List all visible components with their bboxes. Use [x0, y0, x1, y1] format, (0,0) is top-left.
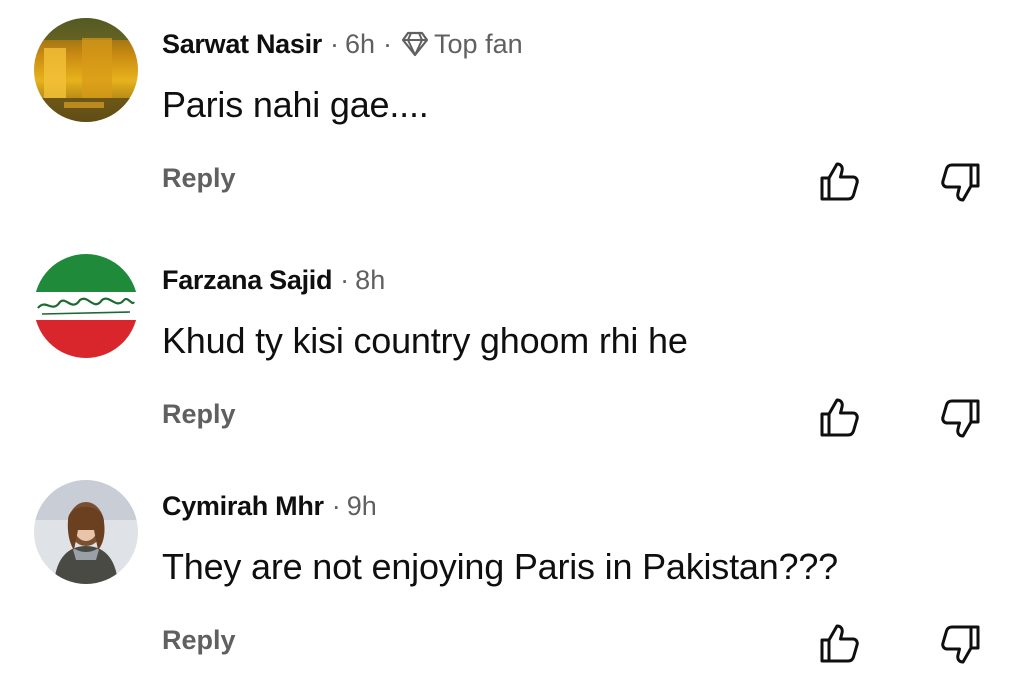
thumbs-up-icon: [820, 398, 859, 437]
thumbs-up-icon: [820, 624, 859, 663]
dislike-button[interactable]: [936, 158, 984, 206]
thumbs-down-icon: [941, 399, 980, 438]
comment-header: Farzana Sajid · 8h: [162, 260, 385, 300]
author-name[interactable]: Sarwat Nasir: [162, 29, 322, 60]
avatar-image: [34, 18, 138, 122]
avatar-image: [34, 254, 138, 358]
comment-item: Farzana Sajid · 8h Khud ty kisi country …: [0, 236, 1024, 461]
comment-header: Sarwat Nasir · 6h · Top fan: [162, 24, 523, 64]
separator-dot: ·: [329, 28, 339, 59]
avatar[interactable]: [34, 18, 138, 122]
comment-text: They are not enjoying Paris in Pakistan?…: [162, 546, 839, 587]
top-fan-badge: Top fan: [434, 28, 523, 59]
thumbs-down-icon: [941, 163, 980, 202]
separator-dot: ·: [331, 490, 341, 521]
reply-button[interactable]: Reply: [162, 625, 236, 656]
separator-dot: ·: [340, 264, 350, 295]
like-button[interactable]: [816, 394, 864, 442]
comment-header: Cymirah Mhr · 9h: [162, 486, 377, 526]
thumbs-up-icon: [820, 162, 859, 201]
comment-item: Sarwat Nasir · 6h · Top fan Paris nahi g…: [0, 0, 1024, 225]
comment-text: Khud ty kisi country ghoom rhi he: [162, 320, 688, 361]
dislike-button[interactable]: [936, 394, 984, 442]
author-name[interactable]: Cymirah Mhr: [162, 491, 324, 522]
timestamp: 6h: [344, 28, 376, 59]
comment-item: Cymirah Mhr · 9h They are not enjoying P…: [0, 462, 1024, 687]
timestamp: 9h: [346, 490, 377, 521]
avatar[interactable]: [34, 480, 138, 584]
dislike-button[interactable]: [936, 620, 984, 668]
like-button[interactable]: [816, 158, 864, 206]
reply-button[interactable]: Reply: [162, 163, 236, 194]
diamond-icon: [400, 31, 430, 57]
separator-dot: ·: [383, 28, 393, 59]
avatar-image: [34, 480, 138, 584]
author-name[interactable]: Farzana Sajid: [162, 265, 332, 296]
comment-text: Paris nahi gae....: [162, 84, 429, 125]
timestamp: 8h: [355, 264, 386, 295]
like-button[interactable]: [816, 620, 864, 668]
reply-button[interactable]: Reply: [162, 399, 236, 430]
thumbs-down-icon: [941, 625, 980, 664]
avatar[interactable]: [34, 254, 138, 358]
